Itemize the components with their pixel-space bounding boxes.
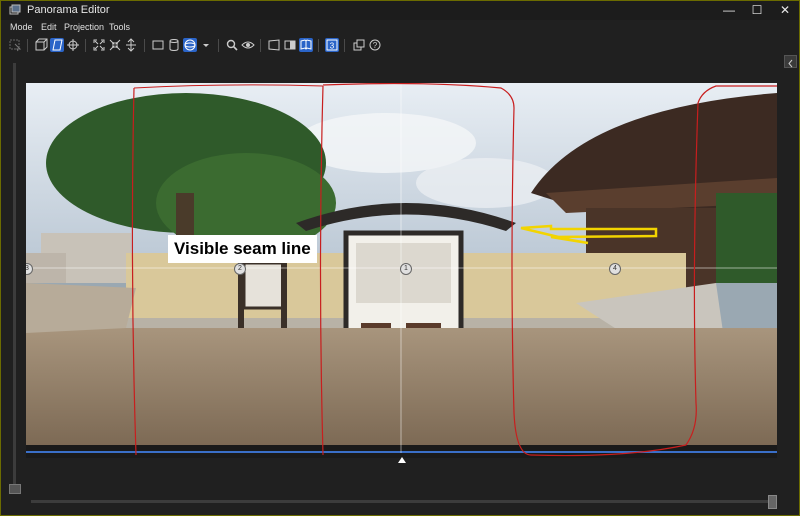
svg-text:?: ? [373, 41, 378, 50]
target-icon[interactable] [66, 38, 80, 52]
window-title: Panorama Editor [27, 4, 110, 16]
eye-icon[interactable] [241, 38, 255, 52]
toolbar-separator [260, 39, 261, 52]
title-bar: Panorama Editor — ☐ ✕ [1, 1, 799, 20]
toolbar-separator [344, 39, 345, 52]
vertical-slider-handle[interactable] [9, 484, 21, 494]
close-icon[interactable]: ✕ [771, 1, 799, 20]
camera-marker[interactable]: 2 [234, 263, 246, 275]
sphere-icon[interactable] [183, 38, 197, 52]
maximize-icon[interactable]: ☐ [743, 1, 771, 20]
zoom-icon[interactable] [225, 38, 239, 52]
minimize-icon[interactable]: — [715, 1, 743, 20]
toolbar-separator [318, 39, 319, 52]
toolbar-separator [218, 39, 219, 52]
plane-icon[interactable] [50, 38, 64, 52]
perspective-icon[interactable] [267, 38, 281, 52]
windows-icon[interactable] [352, 38, 366, 52]
dropdown-arrow-icon[interactable] [199, 38, 213, 52]
menu-projection[interactable]: Projection [64, 22, 104, 32]
menu-mode[interactable]: Mode [10, 22, 33, 32]
expand-icon[interactable] [92, 38, 106, 52]
toolbar: 3 ? [1, 36, 799, 55]
menu-bar: Mode Edit Projection Tools [1, 21, 799, 35]
collapse-panel-button[interactable] [784, 55, 797, 68]
app-icon [9, 4, 21, 15]
shrink-icon[interactable] [108, 38, 122, 52]
panorama-viewport[interactable]: Visible seam line 1 2 4 3 [26, 83, 777, 458]
split-icon[interactable] [124, 38, 138, 52]
cylinder-icon[interactable] [167, 38, 181, 52]
toolbar-separator [144, 39, 145, 52]
seam-annotation-label: Visible seam line [168, 235, 317, 263]
toolbar-separator [85, 39, 86, 52]
camera-marker[interactable]: 1 [400, 263, 412, 275]
cube-icon[interactable] [34, 38, 48, 52]
badge-3-icon[interactable]: 3 [325, 38, 339, 52]
camera-marker[interactable]: 4 [609, 263, 621, 275]
menu-tools[interactable]: Tools [109, 22, 130, 32]
half-panel-icon[interactable] [283, 38, 297, 52]
horizontal-slider-track[interactable] [31, 500, 776, 503]
app-window: Panorama Editor — ☐ ✕ Mode Edit Projecti… [0, 0, 800, 516]
help-icon[interactable]: ? [368, 38, 382, 52]
book-icon[interactable] [299, 38, 313, 52]
toolbar-separator [27, 39, 28, 52]
select-arrow-icon[interactable] [8, 38, 22, 52]
center-position-caret [398, 457, 406, 463]
rectangle-icon[interactable] [151, 38, 165, 52]
horizontal-slider-handle[interactable] [768, 495, 777, 509]
vertical-slider-track[interactable] [13, 63, 16, 485]
menu-edit[interactable]: Edit [41, 22, 57, 32]
svg-text:3: 3 [330, 42, 335, 51]
